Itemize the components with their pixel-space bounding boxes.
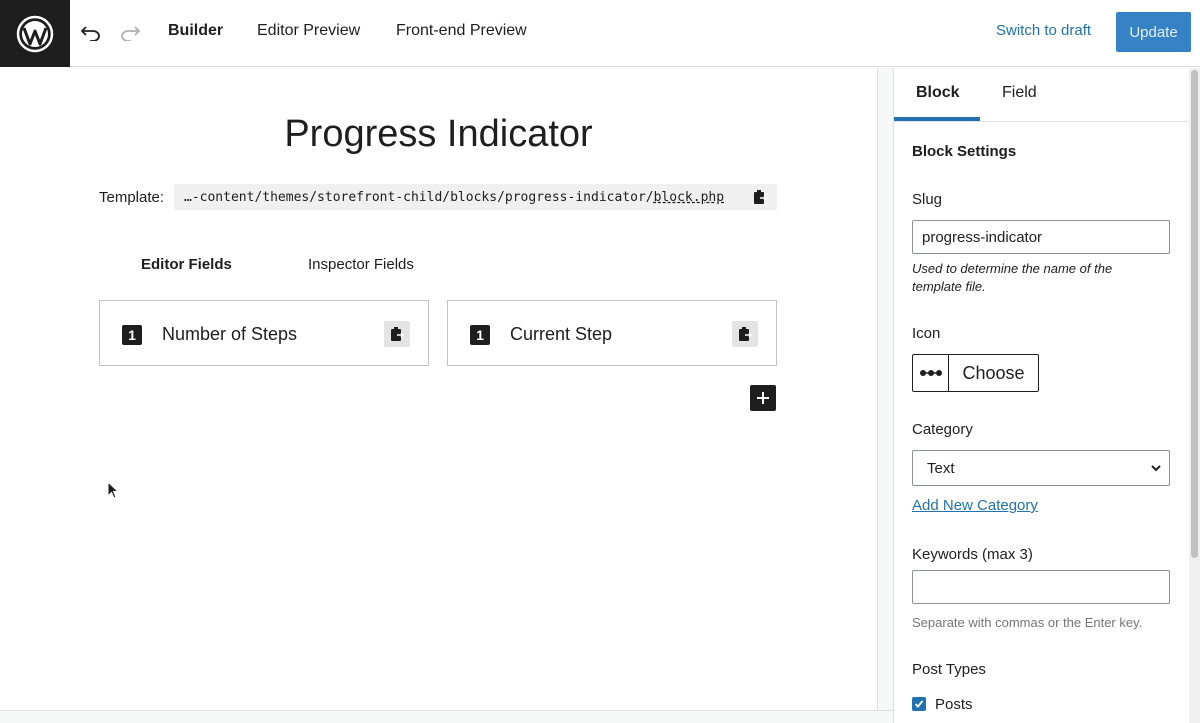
wordpress-logo-icon[interactable]	[0, 0, 70, 67]
add-field-button[interactable]	[750, 385, 776, 411]
sidebar-scrollbar[interactable]	[1189, 68, 1200, 723]
category-value: Text	[927, 459, 955, 477]
ellipsis-icon	[913, 355, 949, 391]
field-number-icon: 1	[122, 325, 142, 345]
tab-editor-fields[interactable]: Editor Fields	[141, 256, 232, 273]
icon-label: Icon	[912, 325, 941, 342]
update-button[interactable]: Update	[1116, 12, 1191, 52]
plus-icon	[757, 392, 769, 404]
copy-field-icon[interactable]	[732, 321, 758, 347]
scrollbar-thumb[interactable]	[1191, 70, 1198, 558]
category-label: Category	[912, 421, 973, 438]
tab-block[interactable]: Block	[916, 84, 960, 102]
active-tab-indicator	[894, 117, 980, 121]
keywords-input[interactable]	[912, 570, 1170, 604]
tab-field[interactable]: Field	[1002, 84, 1037, 102]
canvas-footer	[0, 710, 893, 723]
field-name: Number of Steps	[162, 324, 298, 344]
switch-to-draft-button[interactable]: Switch to draft	[996, 22, 1091, 39]
tab-frontend-preview[interactable]: Front-end Preview	[396, 22, 527, 40]
editor-canvas	[0, 68, 877, 710]
block-settings-heading: Block Settings	[912, 143, 1017, 160]
category-select[interactable]: Text	[912, 450, 1170, 486]
chevron-down-icon	[1149, 461, 1163, 479]
tab-inspector-fields[interactable]: Inspector Fields	[308, 256, 414, 273]
undo-icon[interactable]	[78, 20, 104, 46]
top-toolbar: Builder Editor Preview Front-end Preview…	[0, 0, 1200, 67]
posts-checkbox[interactable]	[912, 697, 926, 711]
add-new-category-link[interactable]: Add New Category	[912, 497, 1038, 514]
block-title[interactable]: Progress Indicator	[0, 113, 877, 156]
slug-input[interactable]	[912, 220, 1170, 254]
sidebar-tabs: Block Field	[894, 68, 1189, 122]
field-card-number-of-steps[interactable]: 1 Number of Steps	[99, 300, 429, 366]
checkmark-icon	[914, 700, 924, 708]
template-label: Template:	[99, 189, 165, 206]
template-file: block.php	[653, 189, 725, 205]
icon-picker: Choose	[912, 354, 1039, 392]
post-types-label: Post Types	[912, 661, 986, 678]
choose-icon-button[interactable]: Choose	[949, 355, 1038, 391]
redo-icon[interactable]	[117, 20, 143, 46]
field-name: Current Step	[510, 324, 613, 344]
copy-field-icon[interactable]	[384, 321, 410, 347]
tab-editor-preview[interactable]: Editor Preview	[257, 22, 360, 40]
settings-sidebar: Block Field Block Settings Slug Used to …	[893, 68, 1189, 723]
field-card-current-step[interactable]: 1 Current Step	[447, 300, 777, 366]
template-path-prefix: …-content/themes/storefront-child/blocks…	[184, 189, 654, 205]
field-number-icon: 1	[470, 325, 490, 345]
slug-label: Slug	[912, 191, 943, 208]
posts-checkbox-label: Posts	[935, 696, 973, 713]
template-path: …-content/themes/storefront-child/blocks…	[174, 184, 777, 210]
keywords-help-text: Separate with commas or the Enter key.	[912, 615, 1143, 630]
keywords-label: Keywords (max 3)	[912, 546, 1033, 563]
canvas-scrollbar[interactable]	[877, 68, 893, 710]
mouse-cursor-icon	[107, 480, 120, 504]
tab-builder[interactable]: Builder	[168, 22, 223, 40]
copy-path-icon[interactable]	[753, 189, 768, 209]
slug-help-text: Used to determine the name of the templa…	[912, 261, 1113, 294]
